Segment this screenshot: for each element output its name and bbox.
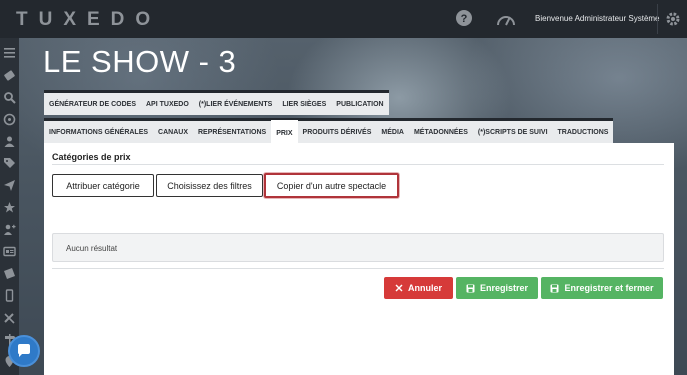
menu-icon[interactable] [3, 46, 16, 59]
search-icon[interactable] [3, 91, 16, 104]
cancel-button[interactable]: Annuler [384, 277, 453, 299]
floppy-disk-icon [550, 284, 559, 292]
gear-icon[interactable] [666, 12, 680, 26]
assign-category-button[interactable]: Attribuer catégorie [52, 174, 154, 197]
sidebar [0, 38, 19, 375]
save-button[interactable]: Enregistrer [456, 277, 538, 299]
tab-scripts-de-suivi[interactable]: (*)SCRIPTS DE SUIVI [473, 121, 553, 143]
speedometer-icon[interactable] [496, 11, 516, 27]
user-plus-icon[interactable] [3, 223, 16, 236]
cancel-label: Annuler [407, 283, 442, 293]
tab-lier-sieges[interactable]: LIER SIÈGES [277, 93, 331, 115]
ticket-icon[interactable] [3, 69, 16, 82]
compass-icon[interactable] [3, 113, 16, 126]
empty-results-text: Aucun résultat [66, 244, 118, 253]
choose-filters-button[interactable]: Choisissez des filtres [156, 174, 263, 197]
tools-icon[interactable] [3, 311, 16, 324]
send-icon[interactable] [3, 179, 16, 192]
star-icon[interactable] [3, 201, 16, 214]
results-list: Aucun résultat [52, 233, 664, 262]
save-and-close-label: Enregistrer et fermer [564, 283, 654, 293]
users-icon[interactable] [3, 135, 16, 148]
tabs-row-1: GÉNÉRATEUR DE CODES API TUXEDO (*)LIER É… [44, 90, 389, 115]
tab-representations[interactable]: REPRÉSENTATIONS [193, 121, 271, 143]
tabs-row-2: INFORMATIONS GÉNÉRALES CANAUX REPRÉSENTA… [44, 118, 614, 147]
id-card-icon[interactable] [3, 245, 16, 258]
top-bar: TUXEDO ? Bienvenue Administrateur Systèm… [0, 0, 687, 38]
save-label: Enregistrer [479, 283, 529, 293]
chat-launcher-button[interactable] [8, 335, 40, 367]
section-divider [52, 164, 664, 165]
tab-media[interactable]: MÉDIA [376, 121, 409, 143]
mobile-icon[interactable] [3, 289, 16, 302]
help-icon[interactable]: ? [455, 9, 473, 27]
tab-lier-evenements[interactable]: (*)LIER ÉVÉNEMENTS [194, 93, 278, 115]
ticket-alt-icon[interactable] [3, 267, 16, 280]
chat-bubble-icon [18, 344, 30, 357]
tab-metadonnees[interactable]: MÉTADONNÉES [409, 121, 473, 143]
tab-canaux[interactable]: CANAUX [153, 121, 193, 143]
floppy-disk-icon [466, 284, 475, 292]
section-title: Catégories de prix [52, 152, 131, 162]
welcome-text[interactable]: Bienvenue Administrateur Système [535, 14, 660, 23]
app-logo[interactable]: TUXEDO [16, 9, 161, 31]
svg-text:?: ? [461, 13, 468, 25]
tab-publication[interactable]: PUBLICATION [331, 93, 388, 115]
tab-traductions[interactable]: TRADUCTIONS [553, 121, 614, 143]
tab-generateur-codes[interactable]: GÉNÉRATEUR DE CODES [44, 93, 141, 115]
close-icon [395, 284, 403, 292]
actions-divider [52, 268, 664, 269]
topbar-divider [657, 4, 658, 34]
save-and-close-button[interactable]: Enregistrer et fermer [541, 277, 663, 299]
tab-api-tuxedo[interactable]: API TUXEDO [141, 93, 194, 115]
page-title: LE SHOW - 3 [43, 44, 237, 79]
tab-produits-derives[interactable]: PRODUITS DÉRIVÉS [298, 121, 377, 143]
tags-icon[interactable] [3, 156, 16, 169]
content-panel: Catégories de prix Attribuer catégorie C… [44, 143, 674, 375]
copy-from-show-button[interactable]: Copier d'un autre spectacle [264, 173, 399, 198]
tab-informations-generales[interactable]: INFORMATIONS GÉNÉRALES [44, 121, 153, 143]
